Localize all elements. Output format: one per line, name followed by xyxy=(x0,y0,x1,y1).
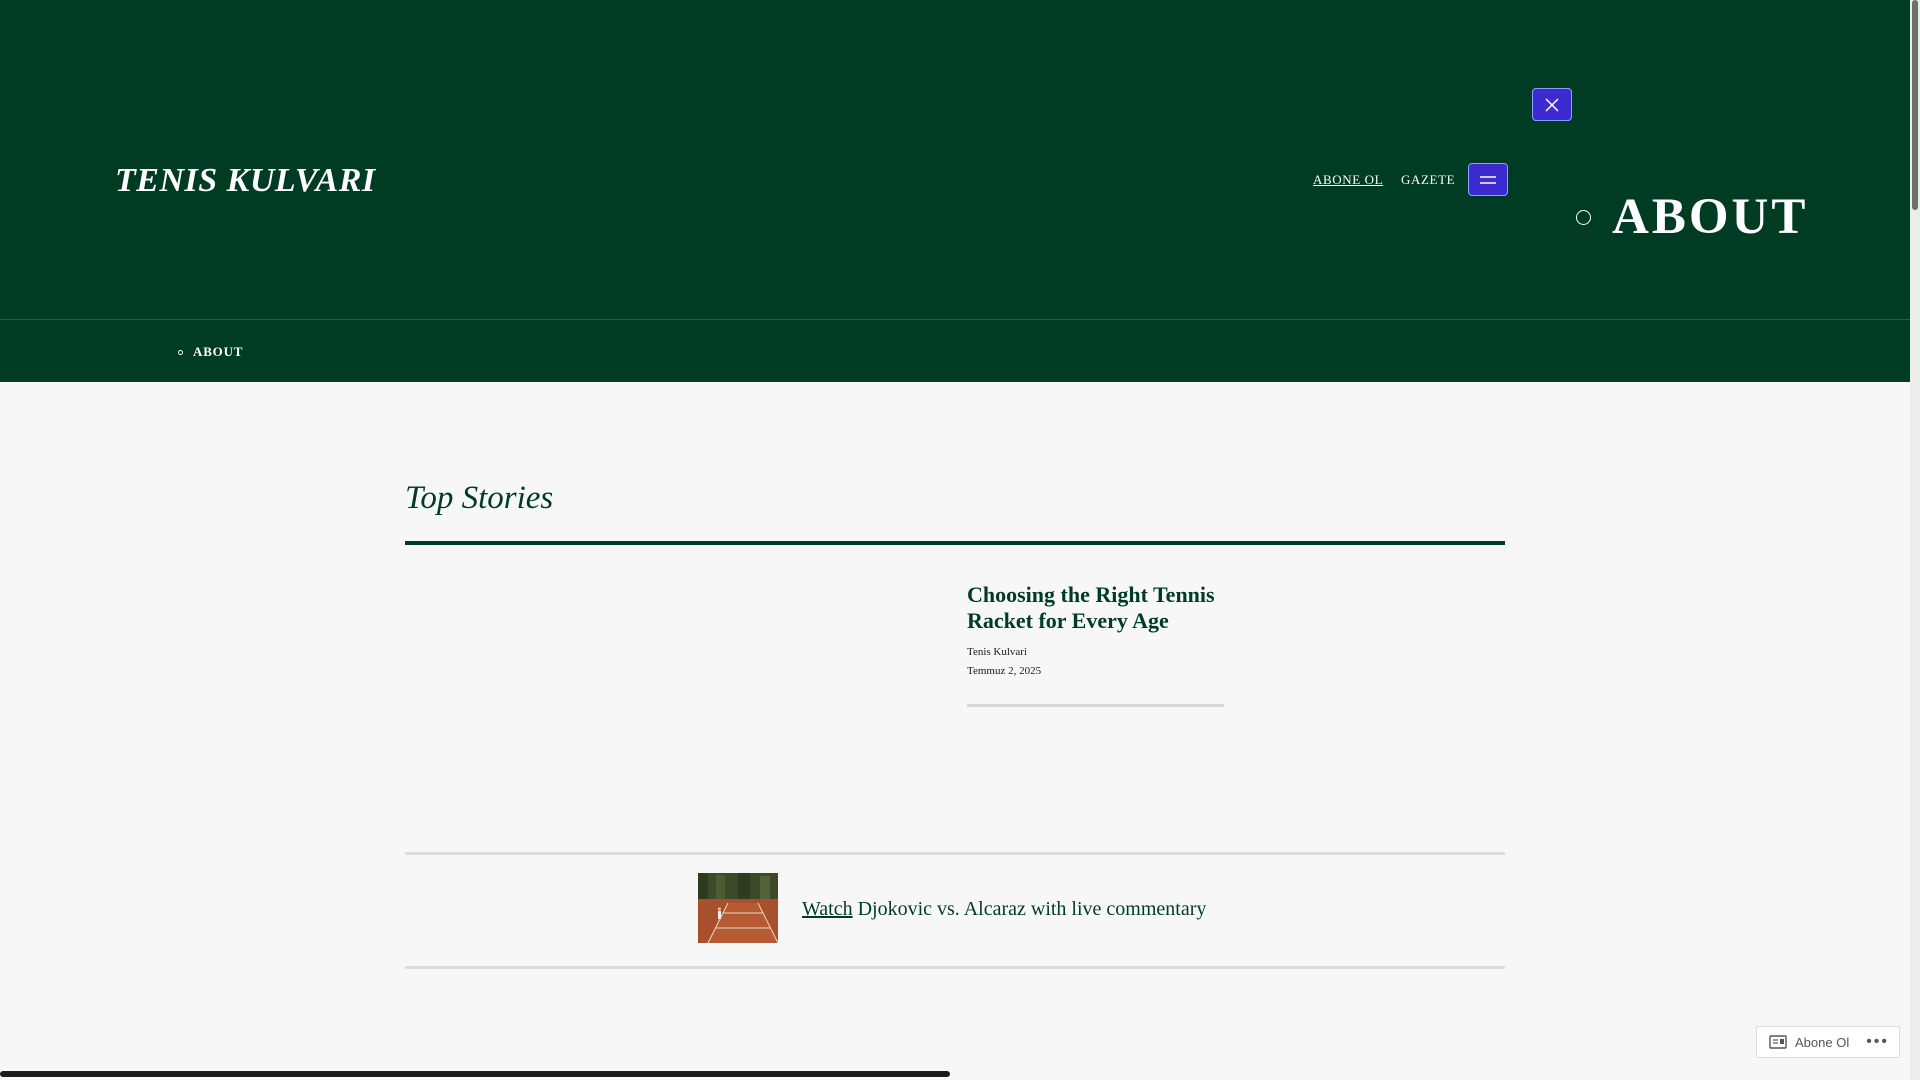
more-options-button[interactable]: ••• xyxy=(1866,1033,1889,1051)
subscribe-button[interactable]: Abone Ol xyxy=(1795,1035,1849,1050)
close-icon xyxy=(1545,97,1559,112)
close-menu-button[interactable] xyxy=(1532,88,1572,121)
subscribe-bar: Abone Ol ••• xyxy=(1756,1026,1900,1058)
featured-story-author[interactable]: Tenis Kulvari xyxy=(967,646,1027,658)
nav-link-abone-ol[interactable]: ABONE OL xyxy=(1313,172,1383,187)
tennis-court-image xyxy=(698,873,778,943)
section-rule xyxy=(405,541,1505,545)
watch-text: Djokovic vs. Alcaraz with live commentar… xyxy=(852,898,1207,920)
hamburger-icon xyxy=(1480,175,1496,184)
bullet-dot-icon xyxy=(178,349,183,355)
overlay-menu-item-about[interactable]: ABOUT xyxy=(1576,188,1808,246)
bullet-circle-icon xyxy=(1576,209,1591,225)
site-title[interactable]: TENIS KULVARI xyxy=(115,162,376,200)
reader-icon[interactable] xyxy=(1769,1035,1787,1049)
section-title: Top Stories xyxy=(405,480,554,516)
story-divider xyxy=(967,704,1224,707)
content-divider-bottom xyxy=(405,966,1505,969)
vertical-scrollbar-thumb[interactable] xyxy=(1912,0,1918,210)
secondary-nav: ABOUT xyxy=(0,320,1910,382)
overlay-menu-about-label: ABOUT xyxy=(1612,189,1809,245)
subnav-item-label: ABOUT xyxy=(193,344,244,359)
nav-link-gazete[interactable]: GAZETE xyxy=(1401,172,1455,187)
top-nav: ABONE OL GAZETE xyxy=(1313,172,1469,188)
featured-story-title[interactable]: Choosing the Right Tennis Racket for Eve… xyxy=(967,582,1237,634)
watch-thumbnail[interactable] xyxy=(698,873,778,943)
subnav-item-about[interactable]: ABOUT xyxy=(178,344,243,360)
featured-story-date[interactable]: Temmuz 2, 2025 xyxy=(967,665,1041,677)
watch-link[interactable]: Watch xyxy=(802,898,853,920)
content-divider xyxy=(405,852,1505,855)
horizontal-scrollbar[interactable] xyxy=(0,1071,950,1077)
watch-headline: Watch Djokovic vs. Alcaraz with live com… xyxy=(802,898,1206,921)
menu-button[interactable] xyxy=(1468,163,1508,196)
site-header: TENIS KULVARI ABONE OL GAZETE ABOUT xyxy=(0,0,1910,320)
